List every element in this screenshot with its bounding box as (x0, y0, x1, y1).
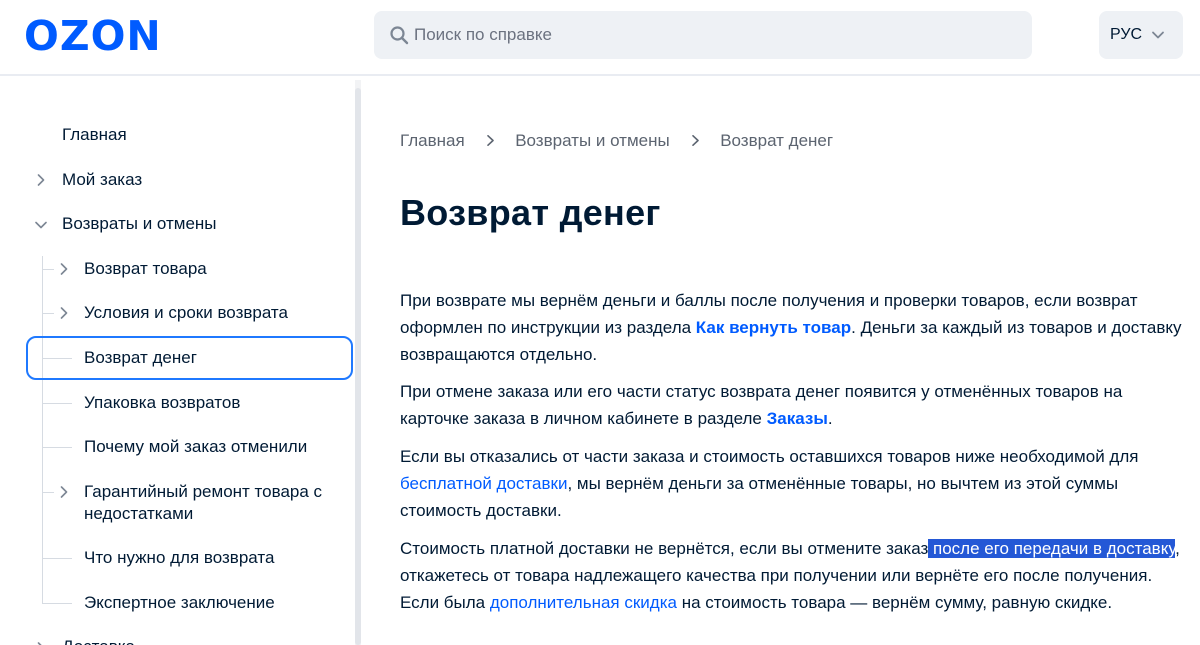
paragraph-text: Если вы отказались от части заказа и сто… (400, 447, 1139, 466)
tree-tick (42, 403, 72, 404)
chevron-right-icon (487, 135, 495, 147)
link-free-delivery[interactable]: бесплатной доставки (400, 474, 567, 493)
tree-tick (42, 492, 54, 493)
tree-tick (42, 558, 72, 559)
link-orders[interactable]: Заказы (767, 409, 828, 428)
sidebar-item-refund[interactable]: Возврат денег (84, 347, 197, 369)
sidebar-item-expert-opinion[interactable]: Экспертное заключение (84, 592, 275, 614)
paragraph-4: Стоимость платной доставки не вернётся, … (400, 535, 1185, 616)
chevron-right-icon[interactable] (58, 263, 70, 275)
chevron-down-icon (1152, 31, 1164, 39)
sidebar-item-warranty-repair[interactable]: Гарантийный ремонт товара с (84, 481, 322, 503)
header: OZON РУС (0, 0, 1200, 76)
selected-text: после его передачи в доставку (928, 539, 1176, 558)
paragraph-text: Стоимость платной доставки не вернётся, … (400, 539, 929, 558)
language-select[interactable]: РУС (1099, 11, 1183, 59)
sidebar-item-return-requirements[interactable]: Что нужно для возврата (84, 547, 274, 569)
sidebar-item-warranty-repair-line2[interactable]: недостатками (84, 503, 193, 525)
sidebar-item-delivery[interactable]: Доставка (62, 636, 135, 645)
paragraph-2: При отмене заказа или его части статус в… (400, 378, 1185, 432)
sidebar-item-return-product[interactable]: Возврат товара (84, 258, 207, 280)
ozon-logo[interactable]: OZON (24, 14, 162, 58)
chevron-right-icon (692, 135, 700, 147)
sidebar-item-my-order[interactable]: Мой заказ (62, 169, 142, 191)
paragraph-text: При отмене заказа или его части статус в… (400, 382, 1123, 428)
link-additional-discount[interactable]: дополнительная скидка (490, 593, 677, 612)
tree-tick (42, 269, 54, 270)
sidebar-scrollbar-thumb[interactable] (355, 88, 361, 645)
chevron-right-icon[interactable] (35, 174, 47, 186)
paragraph-text: на стоимость товара — вернём сумму, равн… (676, 593, 1113, 612)
link-how-to-return[interactable]: Как вернуть товар (696, 318, 851, 337)
sidebar-item-return-terms[interactable]: Условия и сроки возврата (84, 302, 288, 324)
tree-guide-line (42, 256, 43, 603)
tree-tick (42, 313, 54, 314)
breadcrumb-home[interactable]: Главная (400, 130, 465, 152)
search-icon (390, 26, 409, 45)
chevron-right-icon[interactable] (58, 307, 70, 319)
sidebar-item-returns[interactable]: Возвраты и отмены (62, 213, 217, 235)
sidebar-item-home[interactable]: Главная (62, 124, 127, 146)
search-box[interactable] (374, 11, 1032, 59)
page-title: Возврат денег (400, 192, 661, 233)
breadcrumb-returns[interactable]: Возвраты и отмены (515, 130, 670, 152)
chevron-down-icon[interactable] (35, 219, 47, 231)
language-label: РУС (1110, 26, 1143, 43)
breadcrumb-current: Возврат денег (720, 130, 834, 150)
paragraph-1: При возврате мы вернём деньги и баллы по… (400, 287, 1185, 368)
search-input[interactable] (414, 11, 1014, 59)
breadcrumb: Главная Возвраты и отмены Возврат денег (400, 129, 833, 152)
chevron-right-icon[interactable] (58, 486, 70, 498)
tree-tick (42, 447, 72, 448)
paragraph-text: . (827, 409, 833, 428)
tree-tick (42, 603, 72, 604)
sidebar-item-why-cancelled[interactable]: Почему мой заказ отменили (84, 436, 307, 458)
paragraph-3: Если вы отказались от части заказа и сто… (400, 443, 1185, 524)
sidebar-item-return-packaging[interactable]: Упаковка возвратов (84, 392, 240, 414)
